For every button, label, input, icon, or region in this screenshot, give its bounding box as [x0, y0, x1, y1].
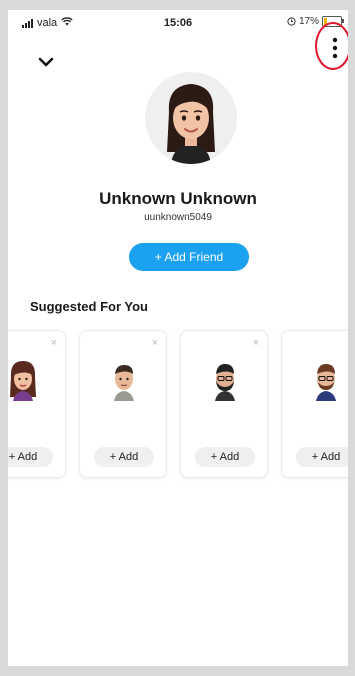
suggested-card[interactable]: × + Add — [180, 330, 268, 478]
add-button[interactable]: + Add — [94, 447, 154, 467]
dismiss-icon[interactable]: × — [51, 337, 57, 349]
suggested-card[interactable]: × + Add — [8, 330, 66, 478]
suggested-card[interactable]: × + Add — [79, 330, 167, 478]
dismiss-icon[interactable]: × — [253, 337, 259, 349]
bitmoji-avatar-icon — [167, 84, 215, 164]
suggested-title: Suggested For You — [30, 299, 148, 314]
username: uunknown5049 — [144, 212, 212, 223]
add-button[interactable]: + Add — [195, 447, 255, 467]
bitmoji-avatar-icon — [316, 364, 336, 401]
add-friend-button[interactable]: + Add Friend — [129, 243, 249, 271]
phone-screen: vala 15:06 17% Unknown Unknown uunknown5… — [8, 10, 348, 666]
bitmoji-avatar-icon — [215, 364, 235, 401]
more-options-button[interactable] — [316, 24, 348, 72]
profile-avatar[interactable] — [145, 72, 237, 164]
bitmoji-avatar-icon — [114, 365, 134, 401]
chevron-down-icon[interactable] — [36, 54, 56, 70]
add-button[interactable]: + Add — [296, 447, 348, 467]
suggested-list: × + Add × + Add × + Add + Add — [8, 330, 348, 480]
alarm-icon — [287, 17, 296, 26]
add-button[interactable]: + Add — [8, 447, 53, 467]
suggested-card[interactable]: × + Add — [281, 330, 348, 478]
dismiss-icon[interactable]: × — [152, 337, 158, 349]
more-vertical-icon — [332, 37, 338, 59]
display-name: Unknown Unknown — [99, 189, 257, 208]
bitmoji-avatar-icon — [10, 361, 36, 401]
status-bar: vala 15:06 17% — [8, 10, 348, 36]
